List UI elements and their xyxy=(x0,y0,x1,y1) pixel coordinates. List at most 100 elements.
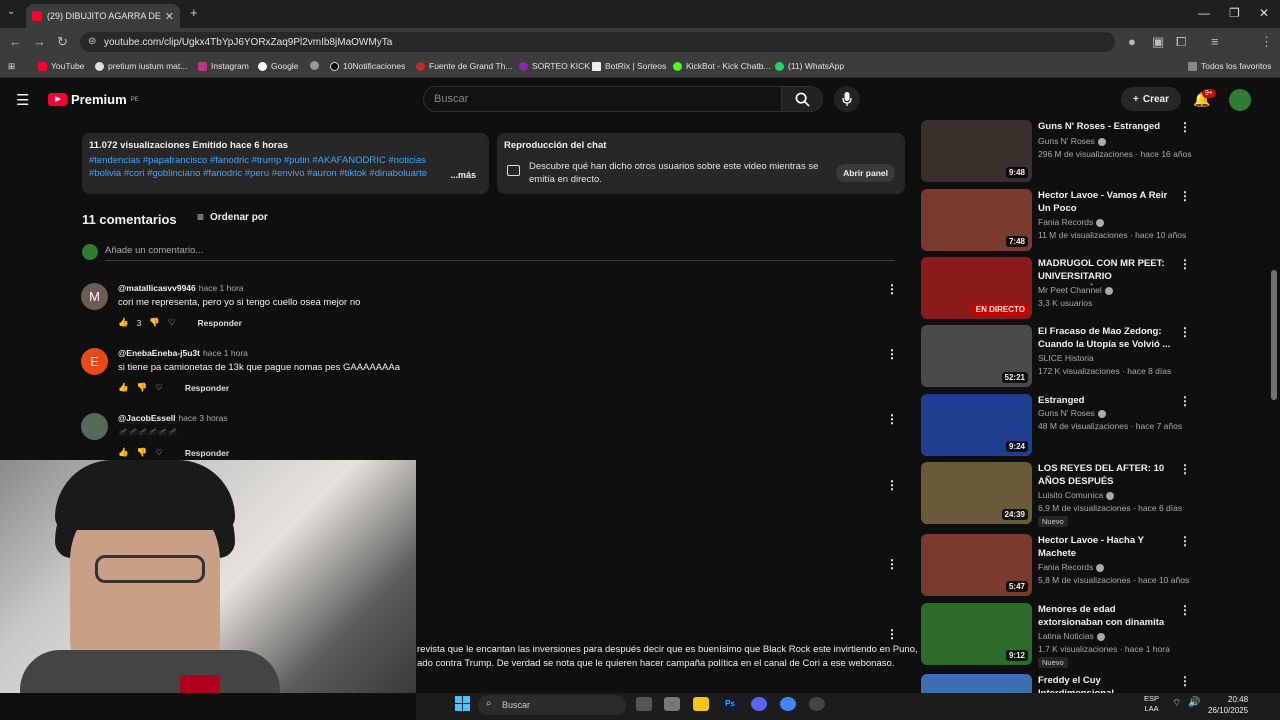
forward-icon[interactable]: → xyxy=(33,34,46,49)
sort-comments-button[interactable]: ≡ Ordenar por xyxy=(197,210,268,224)
video-description[interactable]: 11.072 visualizaciones Emitido hace 6 ho… xyxy=(82,133,489,194)
recommended-video[interactable]: 9:24 Estranged Guns N' Roses 48 M de vis… xyxy=(921,394,1191,456)
channel-name[interactable]: Guns N' Roses xyxy=(1038,408,1106,418)
video-thumbnail[interactable]: 9:48 xyxy=(921,120,1032,182)
bookmark-whatsapp[interactable]: (11) WhatsApp xyxy=(775,61,844,71)
channel-name[interactable]: Luisito Comunica xyxy=(1038,490,1115,500)
bookmark-globe[interactable] xyxy=(310,61,319,70)
apps-icon[interactable]: ⊞ xyxy=(8,61,15,72)
channel-name[interactable]: Fania Records xyxy=(1038,562,1105,572)
comment-time[interactable]: hace 1 hora xyxy=(199,283,244,293)
bookmark-botrix[interactable]: BotRix | Sorteos xyxy=(592,61,666,71)
tab-close-icon[interactable]: ✕ xyxy=(165,10,174,23)
show-more-link[interactable]: ...más xyxy=(450,170,476,180)
bookmark-google[interactable]: Google xyxy=(258,61,298,71)
video-title[interactable]: El Fracaso de Mao Zedong: Cuando la Utop… xyxy=(1038,325,1176,351)
input-language[interactable]: ESP LAA xyxy=(1144,694,1159,714)
menu-kebab-icon[interactable]: ⋮ xyxy=(1260,34,1273,50)
photoshop-icon[interactable]: Ps xyxy=(722,697,738,711)
video-title[interactable]: Hector Lavoe - Hacha Y Machete xyxy=(1038,534,1176,560)
open-panel-button[interactable]: Abrir panel xyxy=(836,164,895,182)
video-menu-icon[interactable]: ⋮ xyxy=(1179,462,1191,476)
comment-menu-icon[interactable]: ⋮ xyxy=(886,627,898,641)
create-button[interactable]: + Crear xyxy=(1121,87,1181,111)
video-thumbnail[interactable]: 9:24 xyxy=(921,394,1032,456)
like-icon[interactable]: 👍 xyxy=(118,382,129,393)
media-icon[interactable]: ≡ xyxy=(1211,34,1219,49)
bookmark-sorteo-kick[interactable]: SORTEO KICK xyxy=(519,61,590,71)
channel-name[interactable]: Latina Noticias xyxy=(1038,631,1105,641)
video-thumbnail[interactable]: 52:21 xyxy=(921,325,1032,387)
comment-menu-icon[interactable]: ⋮ xyxy=(886,412,898,426)
channel-name[interactable]: Mr Peet Channel xyxy=(1038,285,1113,295)
add-comment-input[interactable]: Añade un comentario... xyxy=(105,245,203,256)
close-window-icon[interactable]: ✕ xyxy=(1259,6,1269,20)
recommended-video[interactable]: 24:39 LOS REYES DEL AFTER: 10 AÑOS DESPU… xyxy=(921,462,1191,527)
windows-start-icon[interactable] xyxy=(455,696,470,711)
restore-icon[interactable]: ❐ xyxy=(1229,6,1240,20)
hamburger-menu-icon[interactable]: ☰ xyxy=(16,91,29,109)
reply-button[interactable]: Responder xyxy=(185,383,229,393)
extensions-puzzle-icon[interactable]: ⧠ xyxy=(1176,34,1186,50)
video-thumbnail[interactable]: 5:47 xyxy=(921,534,1032,596)
video-menu-icon[interactable]: ⋮ xyxy=(1179,603,1191,617)
comment-menu-icon[interactable]: ⋮ xyxy=(886,347,898,361)
commenter-avatar[interactable] xyxy=(81,413,108,440)
video-title[interactable]: Guns N' Roses - Estranged xyxy=(1038,120,1176,133)
wifi-icon[interactable]: ⌔ xyxy=(1172,697,1181,710)
channel-name[interactable]: SLICE Historia xyxy=(1038,353,1094,363)
recommended-video[interactable]: 9:48 Guns N' Roses - Estranged Guns N' R… xyxy=(921,120,1192,182)
channel-name[interactable]: Guns N' Roses xyxy=(1038,136,1106,146)
reply-button[interactable]: Responder xyxy=(185,448,229,458)
recommended-video[interactable]: Freddy el Cuy Interdimensional ⋮ xyxy=(921,674,1191,693)
bookmark-instagram[interactable]: Instagram xyxy=(198,61,249,71)
recommended-video[interactable]: 5:47 Hector Lavoe - Hacha Y Machete Fani… xyxy=(921,534,1191,596)
video-menu-icon[interactable]: ⋮ xyxy=(1179,394,1191,408)
browser-tab-active[interactable]: (29) DIBUJITO AGARRA DE W3B ✕ xyxy=(26,4,180,28)
recommended-video[interactable]: EN DIRECTO MADRUGOL CON MR PEET: UNIVERS… xyxy=(921,257,1191,319)
system-clock[interactable]: 20:48 26/10/2025 xyxy=(1208,694,1248,716)
reply-button[interactable]: Responder xyxy=(198,318,242,328)
bookmark-gta[interactable]: Fuente de Grand Th... xyxy=(416,61,512,71)
commenter-avatar[interactable]: E xyxy=(81,348,108,375)
video-menu-icon[interactable]: ⋮ xyxy=(1179,257,1191,271)
recommended-video[interactable]: 52:21 El Fracaso de Mao Zedong: Cuando l… xyxy=(921,325,1191,387)
tab-list-icon[interactable]: ⌄ xyxy=(7,6,15,17)
comment-time[interactable]: hace 3 horas xyxy=(178,413,227,423)
video-menu-icon[interactable]: ⋮ xyxy=(1179,120,1191,134)
video-menu-icon[interactable]: ⋮ xyxy=(1179,325,1191,339)
all-bookmarks[interactable]: Todos los favoritos xyxy=(1188,61,1271,71)
address-bar[interactable]: ⊜ youtube.com/clip/Ugkx4TbYpJ6YORxZaq9Pl… xyxy=(80,32,1115,52)
comment-author[interactable]: @matallicasvv9946 xyxy=(118,283,196,293)
bookmark-x-notifications[interactable]: 10Notificaciones xyxy=(330,61,405,71)
like-icon[interactable]: 👍 xyxy=(118,317,129,328)
taskbar-search[interactable]: ⌕ Buscar xyxy=(478,695,626,715)
video-title[interactable]: Hector Lavoe - Vamos A Reir Un Poco xyxy=(1038,189,1176,215)
commenter-avatar[interactable]: M xyxy=(81,283,108,310)
recommended-video[interactable]: 9:12 Menores de edad extorsionaban con d… xyxy=(921,603,1191,668)
bookmark-youtube[interactable]: YouTube xyxy=(38,61,84,71)
channel-name[interactable]: Fania Records xyxy=(1038,217,1105,227)
app-icon[interactable] xyxy=(664,697,680,711)
video-menu-icon[interactable]: ⋮ xyxy=(1179,534,1191,548)
dislike-icon[interactable]: 👎 xyxy=(149,317,160,328)
video-title[interactable]: LOS REYES DEL AFTER: 10 AÑOS DESPUÉS xyxy=(1038,462,1176,488)
volume-icon[interactable]: 🔊 xyxy=(1188,697,1200,708)
comment-time[interactable]: hace 1 hora xyxy=(203,348,248,358)
video-title[interactable]: MADRUGOL CON MR PEET: UNIVERSITARIO TRIC… xyxy=(1038,257,1176,285)
recommended-video[interactable]: 7:48 Hector Lavoe - Vamos A Reir Un Poco… xyxy=(921,189,1191,251)
youtube-premium-logo[interactable]: Premium PE xyxy=(48,92,139,107)
comment-author[interactable]: @JacobEssell xyxy=(118,413,175,423)
like-icon[interactable]: 👍 xyxy=(118,447,129,458)
video-title[interactable]: Menores de edad extorsionaban con dinami… xyxy=(1038,603,1176,631)
task-view-icon[interactable] xyxy=(636,697,652,711)
back-icon[interactable]: ← xyxy=(9,34,22,49)
reload-icon[interactable]: ↻ xyxy=(57,34,68,50)
search-input[interactable]: Buscar xyxy=(423,86,782,112)
dislike-icon[interactable]: 👎 xyxy=(137,382,148,393)
discord-icon[interactable] xyxy=(751,697,767,711)
video-thumbnail[interactable]: 9:12 xyxy=(921,603,1032,665)
page-scrollbar[interactable] xyxy=(1271,270,1277,400)
chrome-icon[interactable] xyxy=(780,697,796,711)
bookmark-pretium[interactable]: pretium iustum mat... xyxy=(95,61,187,71)
